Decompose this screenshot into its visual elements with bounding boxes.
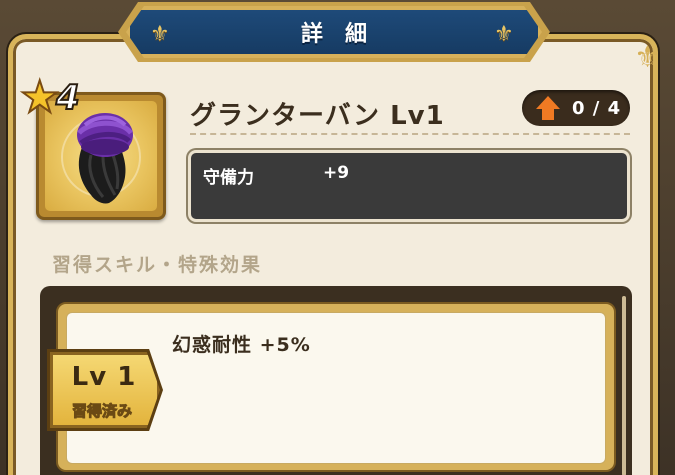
scrollbar[interactable] <box>622 296 626 475</box>
upgrade-count: 0 / 4 <box>572 97 622 119</box>
skill-status: 習得済み <box>71 402 132 421</box>
rarity-badge: ★ 4 <box>19 71 96 124</box>
section-title: 習得スキル・特殊効果 <box>52 254 263 276</box>
skill-level: Lv 1 <box>71 362 137 392</box>
fleur-de-lis-icon: ⚜ <box>494 22 514 47</box>
stat-value-defense: +9 <box>323 163 350 183</box>
page-title: 詳細 <box>300 22 389 47</box>
star-icon: ★ <box>19 71 60 124</box>
rarity-value: 4 <box>55 77 81 119</box>
corner-fleur-icon: ⚜ <box>634 40 661 75</box>
upgrade-counter[interactable]: 0 / 4 <box>522 90 630 126</box>
stat-label-defense: 守備力 <box>203 168 254 188</box>
name-divider <box>190 133 630 135</box>
item-name: グランターバン Lv1 <box>190 101 445 131</box>
purple-turban-icon <box>77 113 134 204</box>
skill-effect: 幻惑耐性 +5% <box>172 334 311 356</box>
stats-box: 守備力 +9 <box>188 150 630 222</box>
fleur-de-lis-icon: ⚜ <box>150 22 170 47</box>
